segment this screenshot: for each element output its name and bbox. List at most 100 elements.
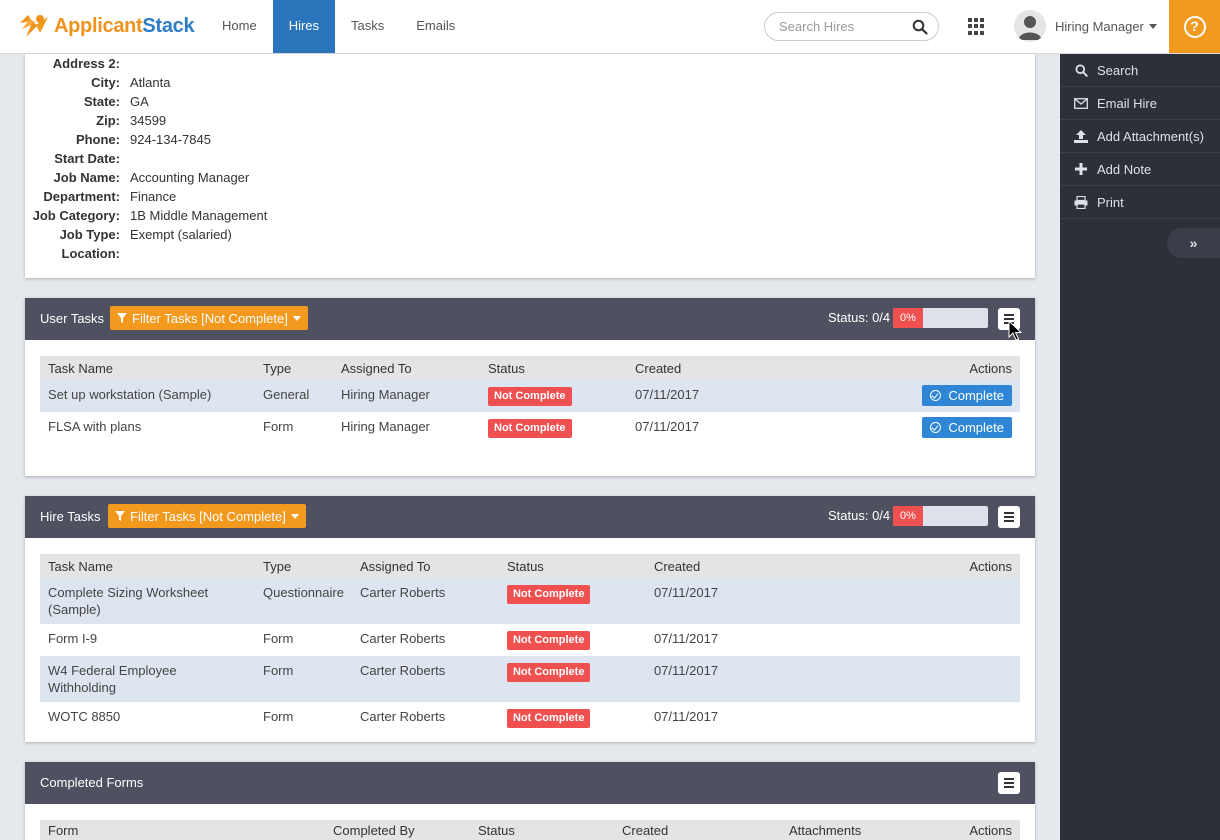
column-header[interactable]: Created [614,820,781,840]
task-name[interactable]: Form I-9 [40,624,255,656]
chevron-down-icon [1148,23,1157,29]
completed-forms-menu-button[interactable] [998,772,1020,794]
task-name[interactable]: Set up workstation (Sample) [40,380,255,412]
hire-tasks-menu-button[interactable] [998,506,1020,528]
task-name[interactable]: FLSA with plans [40,412,255,444]
status-badge: Not Complete [506,663,591,682]
hire-details-card: Address 2: City: Atlanta State: GA Zip: 345… [25,54,1035,278]
applicantstack-logo[interactable]: ApplicantStack [18,10,195,42]
detail-row: State: GA [25,94,425,113]
task-name[interactable]: WOTC 8850 [40,702,255,734]
column-header[interactable]: Task Name [40,356,255,380]
task-name[interactable]: Complete Sizing Worksheet (Sample) [40,578,255,624]
status-cell: Not Complete [498,656,646,702]
column-header[interactable]: Type [255,554,352,578]
complete-task-button[interactable]: Complete [922,385,1012,406]
task-assigned: Carter Roberts [351,656,499,702]
detail-value: Finance [130,189,177,204]
sidebar-item-label: Print [1097,194,1124,210]
column-header[interactable]: Form [40,820,325,840]
sidebar-item-email-hire[interactable]: Email Hire [1060,87,1220,120]
detail-row: Zip: 34599 [25,113,425,132]
task-created: 07/11/2017 [635,419,700,434]
detail-label: Address 2: [52,56,120,71]
complete-label: Complete [948,420,1004,435]
task-type: General [255,380,333,412]
column-header[interactable]: Assigned To [333,356,480,380]
nav-hires[interactable]: Hires [272,0,336,53]
task-type: Form [255,656,352,702]
detail-label: Job Name: [53,170,120,185]
column-header[interactable]: Type [255,356,333,380]
search-icon[interactable] [912,19,928,35]
envelope-icon [1074,96,1088,110]
help-button[interactable]: ? [1169,0,1220,53]
table-row[interactable]: WOTC 8850 Form Carter Roberts Not Comple… [40,702,1020,734]
hire-tasks-progress: 0% [893,506,988,526]
column-header[interactable]: Status [480,356,627,380]
status-badge: Not Complete [506,585,591,604]
detail-value: 924-134-7845 [130,132,211,147]
sidebar-item-label: Email Hire [1097,95,1157,111]
search-icon [1074,63,1088,77]
filter-hire-tasks-button[interactable]: Filter Tasks [Not Complete] [108,504,306,528]
detail-label: Department: [43,189,120,204]
status-cell: Not Complete [499,624,646,656]
user-tasks-table: Task Name Type Assigned To Status Create… [40,356,1020,444]
user-tasks-title: User Tasks [40,311,105,326]
column-header[interactable]: Assigned To [351,554,499,578]
filter-user-tasks-button[interactable]: Filter Tasks [Not Complete] [110,306,308,330]
chevron-down-icon [290,513,299,519]
status-cell: Not Complete [499,702,646,734]
hire-tasks-title: Hire Tasks [40,509,101,524]
apps-grid-icon[interactable] [968,18,985,35]
detail-row: Start Date: [25,151,425,170]
hire-tasks-header: Hire Tasks Filter Tasks [Not Complete] S… [25,496,1035,538]
sidebar-item-print[interactable]: Print [1060,186,1220,219]
nav-emails[interactable]: Emails [400,0,471,53]
table-row[interactable]: Complete Sizing Worksheet (Sample) Quest… [40,578,1020,624]
user-tasks-header: User Tasks Filter Tasks [Not Complete] S… [25,298,1035,340]
task-assigned: Hiring Manager [341,419,430,434]
sidebar-item-search[interactable]: Search [1060,54,1220,87]
column-header[interactable]: Status [498,554,646,578]
completed-forms-title: Completed Forms [40,775,144,790]
actions-cell: Complete [777,412,1020,444]
detail-label: Zip: [96,113,120,128]
column-header[interactable]: Attachments [781,820,931,840]
task-assigned: Carter Roberts [351,578,499,624]
column-header[interactable]: Created [627,356,777,380]
sidebar-item-add-attachment[interactable]: Add Attachment(s) [1060,120,1220,153]
status-badge: Not Complete [506,709,591,728]
column-header[interactable]: Created [645,554,796,578]
user-menu[interactable]: Hiring Manager [1014,10,1157,42]
table-row[interactable]: W4 Federal Employee Withholding Form Car… [40,656,1020,702]
search-hires-input[interactable] [779,19,909,34]
task-assigned: Carter Roberts [359,709,446,724]
hire-tasks-table: Task Name Type Assigned To Status Create… [40,554,1020,734]
table-row[interactable]: FLSA with plans Form Hiring Manager Not … [40,412,1020,444]
task-created: 07/11/2017 [645,578,796,624]
task-name[interactable]: W4 Federal Employee Withholding [40,656,255,702]
column-header[interactable]: Status [470,820,614,840]
logo-text: ApplicantStack [54,14,195,37]
hire-tasks-status: Status: 0/4 [828,508,891,523]
detail-row: Location: [25,246,425,265]
column-header[interactable]: Completed By [325,820,470,840]
column-header[interactable]: Task Name [40,554,255,578]
table-row[interactable]: Set up workstation (Sample) General Hiri… [40,380,1020,412]
plus-icon [1074,162,1088,176]
complete-task-button[interactable]: Complete [922,417,1012,438]
sidebar-item-add-note[interactable]: Add Note [1060,153,1220,186]
detail-row: Department: Finance [25,189,425,208]
task-type: Form [263,419,294,434]
status-cell: Not Complete [480,412,627,444]
detail-value: 1B Middle Management [130,208,268,223]
filter-icon [115,511,125,521]
table-row[interactable]: Form I-9 Form Carter Roberts Not Complet… [40,624,1020,656]
collapse-sidebar-button[interactable]: » [1167,228,1220,258]
nav-home[interactable]: Home [206,0,273,53]
task-type: Form [263,709,294,724]
completed-forms-card: Completed Forms Form Completed By Status… [25,762,1035,840]
nav-tasks[interactable]: Tasks [335,0,400,53]
